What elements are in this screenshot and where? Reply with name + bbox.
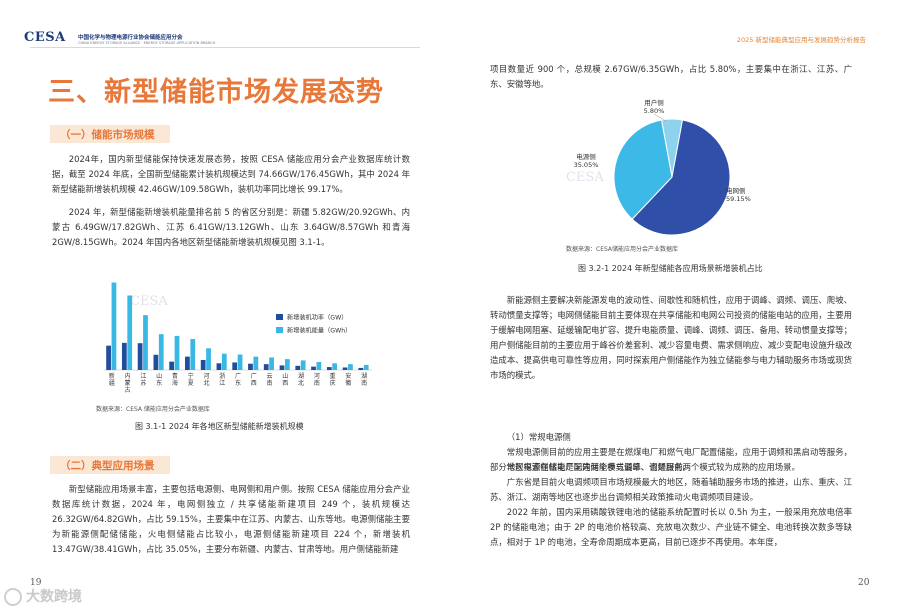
report-title: 2025 新型储能典型应用与发展趋势分析报告 <box>736 36 866 44</box>
paragraph-mature: 常规电源侧储能是国内两个模式最早、也是目前两个模式较为成熟的应用场景。 <box>490 460 852 475</box>
paragraph-text: 新能源侧主要解决新能源发电的波动性、间歇性和随机性，应用于调峰、调频、调压、爬坡… <box>490 295 852 380</box>
x-tick-label: 广西 <box>251 372 257 387</box>
bar-energy-6 <box>206 348 211 370</box>
paragraph-text: 2022 年前，国内采用磷酸铁锂电池的储能系统配置时长以 0.5h 为主，一般采… <box>490 507 852 547</box>
bar-energy-11 <box>284 359 290 370</box>
bar-energy-2 <box>143 315 148 370</box>
bar-energy-8 <box>237 354 243 370</box>
paragraph-text: 新型储能应用场景丰富，主要包括电源侧、电网侧和用户侧。按照 CESA 储能应用分… <box>52 484 410 554</box>
bar-power-11 <box>279 365 285 370</box>
left-page: CESA 中国化学与物理电源行业协会储能应用分会 CHINA ENERGY ST… <box>0 0 450 614</box>
pie-label: 电源侧 <box>576 152 596 161</box>
x-tick-label: 青海 <box>172 372 178 387</box>
paragraph-text: 项目数量近 900 个，总规模 2.67GW/6.35GWh，占比 5.80%，… <box>490 64 852 89</box>
subheading-application-scenarios: （二）典型应用场景 <box>50 456 170 474</box>
bar-power-8 <box>232 362 238 370</box>
x-tick-label: 湖南 <box>361 372 367 387</box>
x-tick-label: 广东 <box>235 372 241 387</box>
bar-power-5 <box>185 356 190 370</box>
x-tick-label: 湖北 <box>298 372 304 387</box>
bar-power-0 <box>106 345 111 370</box>
paragraph-functions: 新能源侧主要解决新能源发电的波动性、间歇性和随机性，应用于调峰、调频、调压、爬坡… <box>490 293 852 383</box>
pie-label: 电网侧 <box>726 186 746 195</box>
bar-energy-4 <box>174 335 180 370</box>
x-tick-label: 河南 <box>314 372 320 387</box>
bar-energy-0 <box>111 282 117 370</box>
x-tick-label: 云南 <box>267 373 273 387</box>
legend-label: 新增装机功率（GW） <box>287 314 347 322</box>
pie-value: 5.80% <box>644 107 665 115</box>
bar-energy-10 <box>269 357 274 370</box>
section-title: 三、新型储能市场发展态势 <box>48 77 384 108</box>
bar-power-14 <box>326 367 332 370</box>
bar-power-10 <box>263 364 269 370</box>
bar-power-13 <box>311 366 316 370</box>
bottom-watermark: 大数跨境 <box>4 586 82 606</box>
paragraph-top-provinces: 2024 年，新型储能新增装机能量排名前 5 的省区分别是：新疆 5.82GW/… <box>52 205 410 250</box>
x-tick-label: 浙江 <box>219 372 225 387</box>
cesa-logo: CESA <box>24 30 66 45</box>
legend-swatch <box>276 327 283 333</box>
bar-power-9 <box>248 363 253 370</box>
bar-energy-13 <box>316 362 322 370</box>
x-tick-label: 河北 <box>203 372 209 387</box>
x-tick-label: 新疆 <box>109 372 115 387</box>
paragraph-text: 2024 年，新型储能新增装机能量排名前 5 的省区分别是：新疆 5.82GW/… <box>52 207 410 247</box>
bar-power-6 <box>200 359 206 370</box>
subheading-market-scale: （一）储能市场规模 <box>50 125 170 143</box>
paragraph-text: 2024年，国内新型储能保持快速发展态势，按照 CESA 储能应用分会产业数据库… <box>52 154 410 194</box>
bar-energy-1 <box>127 295 133 370</box>
pie-label: 用户侧 <box>644 98 664 107</box>
paragraph-2022: 2022 年前，国内采用磷酸铁锂电池的储能系统配置时长以 0.5h 为主，一般采… <box>490 505 852 550</box>
x-tick-label: 重庆 <box>330 372 336 387</box>
watermark-text: 大数跨境 <box>26 589 82 605</box>
page-number-right: 20 <box>858 578 870 588</box>
pie-value: 59.15% <box>726 195 751 203</box>
paragraph-text: （1）常规电源侧 <box>506 432 571 442</box>
bar-power-16 <box>358 367 364 370</box>
x-tick-label: 宁夏 <box>188 372 194 387</box>
paragraph-market-overview: 2024年，国内新型储能保持快速发展态势，按照 CESA 储能应用分会产业数据库… <box>52 152 410 197</box>
x-tick-label: 内蒙古 <box>125 372 131 394</box>
paragraph-scenarios: 新型储能应用场景丰富，主要包括电源侧、电网侧和用户侧。按照 CESA 储能应用分… <box>52 482 410 557</box>
pie-chart: 电网侧59.15% 电源侧35.05% 用户侧5.80% <box>574 98 751 236</box>
list-heading: （1）常规电源侧 <box>490 430 852 445</box>
pie-value: 35.05% <box>574 161 599 169</box>
bar-energy-15 <box>348 364 353 370</box>
bar-energy-9 <box>253 356 259 370</box>
x-tick-label: 山东 <box>156 372 162 387</box>
bar-energy-3 <box>158 334 164 370</box>
org-name: 中国化学与物理电源行业协会储能应用分会 <box>78 35 183 41</box>
bar-power-7 <box>216 363 222 370</box>
pie-source: 数据来源：CESA储能应用分会产业数据库 <box>566 246 679 253</box>
legend-label: 新增装机能量（GWh） <box>287 327 351 335</box>
paragraph-user-side: 项目数量近 900 个，总规模 2.67GW/6.35GWh，占比 5.80%，… <box>490 62 852 92</box>
pie-caption: 图 3.2-1 2024 年新型储能各应用场景新增装机占比 <box>578 264 763 273</box>
bar-energy-5 <box>190 339 196 370</box>
figure-caption: 图 3.1-1 2024 年各地区新型储能新增装机规模 <box>135 422 304 431</box>
chart-source: 数据来源：CESA 储能应用分会产业数据库 <box>96 406 210 413</box>
paragraph-text: 广东省是目前火电调频项目市场规模最大的地区，随着辅助服务市场的推进，山东、重庆、… <box>490 477 852 502</box>
x-tick-label: 安徽 <box>345 372 351 387</box>
bar-power-3 <box>153 354 159 370</box>
watermark-icon <box>4 588 22 606</box>
bar-power-12 <box>295 365 301 370</box>
bar-energy-7 <box>221 353 227 370</box>
bar-power-15 <box>342 367 348 370</box>
bar-energy-12 <box>300 360 306 370</box>
bar-chart: 新疆 内蒙古 江苏山东青海宁夏河北浙江广东广西云南山西湖北河南重庆安徽湖南 新增装机功… <box>104 282 372 394</box>
legend-swatch <box>276 314 283 320</box>
bar-power-1 <box>121 342 127 370</box>
paragraph-guangdong: 广东省是目前火电调频项目市场规模最大的地区，随着辅助服务市场的推进，山东、重庆、… <box>490 475 852 505</box>
x-tick-label: 山西 <box>282 372 288 387</box>
x-tick-label: 江苏 <box>140 373 146 387</box>
bar-power-4 <box>169 361 175 370</box>
bar-energy-16 <box>363 364 369 370</box>
bar-power-2 <box>137 343 143 370</box>
paragraph-text: 常规电源侧储能是国内两个模式最早、也是目前两个模式较为成熟的应用场景。 <box>506 462 800 472</box>
org-subtitle: CHINA ENERGY STORAGE ALLIANCE · ENERGY S… <box>78 41 216 45</box>
bar-energy-14 <box>332 363 338 370</box>
